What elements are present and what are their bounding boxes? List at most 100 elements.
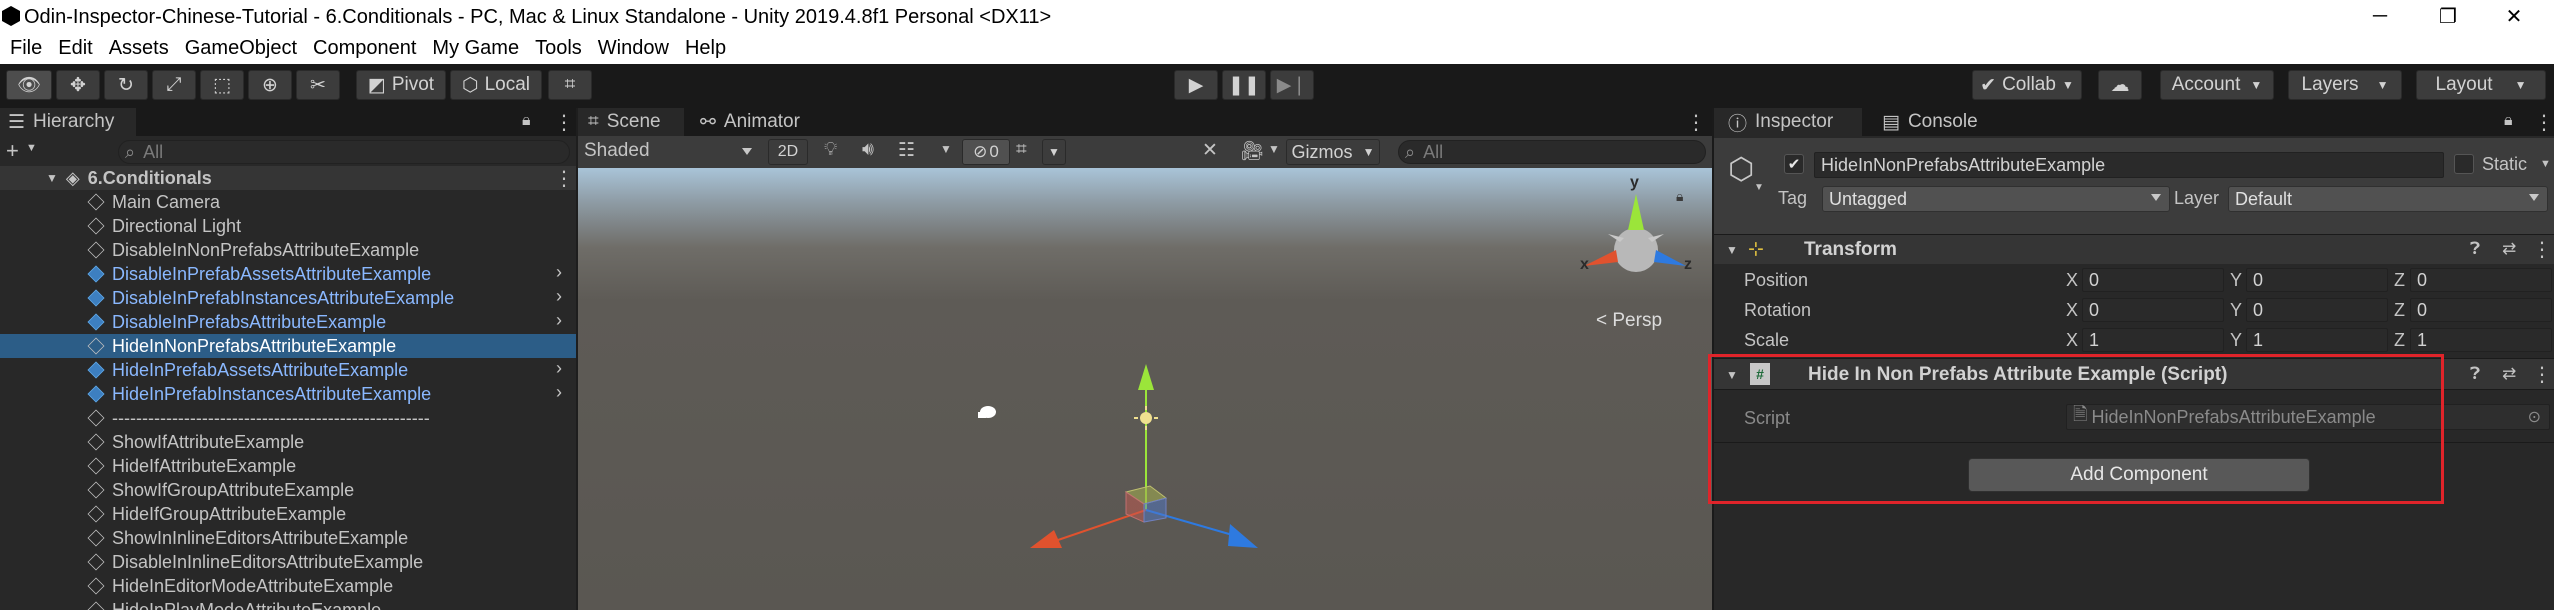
hierarchy-item[interactable]: HideIfAttributeExample <box>0 454 576 478</box>
hierarchy-search-input[interactable]: ⌕ All <box>118 140 570 164</box>
transform-rotation-x-input[interactable]: 0 <box>2082 298 2224 322</box>
move-tool-icon[interactable]: ✥ <box>56 70 100 100</box>
hierarchy-item[interactable]: ShowIfGroupAttributeExample <box>0 478 576 502</box>
transform-scale-z-input[interactable]: 1 <box>2410 328 2552 352</box>
menu-assets[interactable]: Assets <box>101 37 177 60</box>
menu-help[interactable]: Help <box>677 37 734 60</box>
audio-icon[interactable]: 🔊︎ <box>862 139 874 161</box>
script-help-icon[interactable]: ❓︎ <box>2470 364 2480 384</box>
scene-more-icon[interactable]: ⋮ <box>1686 110 1706 135</box>
hierarchy-item[interactable]: ----------------------------------------… <box>0 406 576 430</box>
camera-gizmo-icon[interactable] <box>978 406 996 418</box>
object-picker-icon[interactable]: ⊙ <box>2528 407 2541 427</box>
transform-help-icon[interactable]: ❓︎ <box>2470 239 2480 259</box>
expand-arrow-icon[interactable]: ▼ <box>46 171 58 185</box>
hierarchy-item[interactable]: HideIfGroupAttributeExample <box>0 502 576 526</box>
close-icon[interactable]: ✕ <box>2474 0 2554 32</box>
shading-mode-dropdown[interactable]: Shaded <box>584 140 760 162</box>
hierarchy-item[interactable]: DisableInPrefabsAttributeExample › <box>0 310 576 334</box>
collab-dropdown[interactable]: ✔ Collab ▼ <box>1972 70 2082 100</box>
transform-rotation-z-input[interactable]: 0 <box>2410 298 2552 322</box>
hierarchy-item[interactable]: Main Camera <box>0 190 576 214</box>
chevron-down-icon[interactable]: ▼ <box>26 142 37 154</box>
tab-scene[interactable]: ⌗ Scene <box>578 108 684 136</box>
rotate-tool-icon[interactable]: ↻ <box>104 70 148 100</box>
pivot-button[interactable]: ◩ Pivot <box>356 70 446 100</box>
transform-tool-icon[interactable]: ⊕ <box>248 70 292 100</box>
light-icon[interactable] <box>1134 406 1158 430</box>
play-icon[interactable]: ▶ <box>1174 70 1218 100</box>
static-chevron-down-icon[interactable]: ▼ <box>2540 158 2551 170</box>
cloud-icon[interactable]: ☁ <box>2098 70 2142 100</box>
scale-tool-icon[interactable]: ⤢ <box>152 70 196 100</box>
menu-my-game[interactable]: My Game <box>424 37 527 60</box>
chevron-right-icon[interactable]: › <box>556 262 562 283</box>
chevron-right-icon[interactable]: › <box>556 358 562 379</box>
hierarchy-item[interactable]: ShowInInlineEditorsAttributeExample <box>0 526 576 550</box>
transform-position-y-input[interactable]: 0 <box>2246 268 2388 292</box>
more-menu-icon[interactable]: ⋮ <box>554 110 574 135</box>
tab-hierarchy[interactable]: ☰ Hierarchy <box>0 108 136 136</box>
layers-dropdown[interactable]: Layers ▼ <box>2288 70 2402 100</box>
hierarchy-item[interactable]: DisableInPrefabAssetsAttributeExample › <box>0 262 576 286</box>
rect-tool-icon[interactable]: ⬚ <box>200 70 244 100</box>
transform-rotation-y-input[interactable]: 0 <box>2246 298 2388 322</box>
menu-tools[interactable]: Tools <box>527 37 590 60</box>
hierarchy-item[interactable]: DisableInPrefabInstancesAttributeExample… <box>0 286 576 310</box>
menu-gameobject[interactable]: GameObject <box>177 37 305 60</box>
orientation-gizmo[interactable] <box>1584 194 1686 272</box>
scene-more-icon[interactable]: ⋮ <box>554 166 574 191</box>
chevron-right-icon[interactable]: › <box>556 286 562 307</box>
object-name-input[interactable]: HideInNonPrefabsAttributeExample <box>1814 152 2444 178</box>
pause-icon[interactable]: ❚❚ <box>1222 70 1266 100</box>
menu-component[interactable]: Component <box>305 37 424 60</box>
view-tool-eye-icon[interactable]: 👁 <box>6 70 52 100</box>
layout-dropdown[interactable]: Layout ▼ <box>2416 70 2546 100</box>
transform-expand-icon[interactable]: ▼ <box>1726 243 1738 257</box>
hierarchy-item[interactable]: HideInEditorModeAttributeExample <box>0 574 576 598</box>
tools-icon[interactable]: ✕ <box>1202 139 1218 162</box>
mode-2d-button[interactable]: 2D <box>768 139 808 165</box>
hierarchy-item[interactable]: DisableInNonPrefabsAttributeExample <box>0 238 576 262</box>
hierarchy-item[interactable]: HideInPrefabAssetsAttributeExample › <box>0 358 576 382</box>
hidden-objects-toggle[interactable]: ⊘ 0 <box>962 139 1010 165</box>
icon-chevron-down-icon[interactable]: ▼ <box>1754 182 1764 193</box>
lighting-icon[interactable]: 💡︎ <box>824 139 837 161</box>
hierarchy-item[interactable]: DisableInInlineEditorsAttributeExample <box>0 550 576 574</box>
chevron-right-icon[interactable]: › <box>556 310 562 331</box>
transform-preset-icon[interactable]: ⇄ <box>2502 239 2516 259</box>
tab-console[interactable]: ▤ Console <box>1868 108 1998 136</box>
camera-icon[interactable]: 🎥︎ <box>1240 139 1264 163</box>
layer-dropdown[interactable]: Default <box>2228 186 2548 212</box>
inspector-lock-icon[interactable]: 🔒︎ <box>2504 112 2513 130</box>
script-preset-icon[interactable]: ⇄ <box>2502 364 2516 384</box>
hierarchy-item[interactable]: HideInPrefabInstancesAttributeExample › <box>0 382 576 406</box>
script-component-header[interactable]: ▼ # ✔ Hide In Non Prefabs Attribute Exam… <box>1714 358 2554 390</box>
static-checkbox[interactable] <box>2454 154 2474 174</box>
transform-header[interactable]: ▼ ⊹ Transform ❓︎ ⇄ ⋮ <box>1714 234 2554 264</box>
chevron-right-icon[interactable]: › <box>556 382 562 403</box>
script-expand-icon[interactable]: ▼ <box>1726 368 1738 382</box>
transform-scale-x-input[interactable]: 1 <box>2082 328 2224 352</box>
effects-icon[interactable]: ☷ <box>898 139 915 162</box>
script-field[interactable]: 🗎︎ HideInNonPrefabsAttributeExample ⊙ <box>2066 404 2550 430</box>
account-dropdown[interactable]: Account ▼ <box>2160 70 2274 100</box>
scene-row[interactable]: ▼ ◈ 6.Conditionals ⋮ <box>0 166 576 190</box>
script-more-icon[interactable]: ⋮ <box>2532 362 2552 387</box>
transform-position-x-input[interactable]: 0 <box>2082 268 2224 292</box>
transform-more-icon[interactable]: ⋮ <box>2532 237 2552 262</box>
grid-chevron-down-icon[interactable]: ▼ <box>1042 139 1066 165</box>
step-icon[interactable]: ▶❘ <box>1270 70 1314 100</box>
local-button[interactable]: ⬡ Local <box>450 70 542 100</box>
tag-dropdown[interactable]: Untagged <box>1822 186 2170 212</box>
hierarchy-item[interactable]: HideInPlayModeAttributeExample <box>0 598 576 610</box>
move-gizmo[interactable] <box>1030 364 1258 548</box>
active-checkbox[interactable]: ✔ <box>1784 154 1804 174</box>
add-icon[interactable]: + <box>6 138 19 164</box>
grid-snap-icon[interactable]: ⌗ <box>548 70 592 100</box>
hierarchy-item[interactable]: HideInNonPrefabsAttributeExample <box>0 334 576 358</box>
camera-chevron-down-icon[interactable]: ▼ <box>1268 142 1280 156</box>
effects-chevron-down-icon[interactable]: ▼ <box>940 142 952 156</box>
transform-position-z-input[interactable]: 0 <box>2410 268 2552 292</box>
add-component-button[interactable]: Add Component <box>1968 458 2310 492</box>
